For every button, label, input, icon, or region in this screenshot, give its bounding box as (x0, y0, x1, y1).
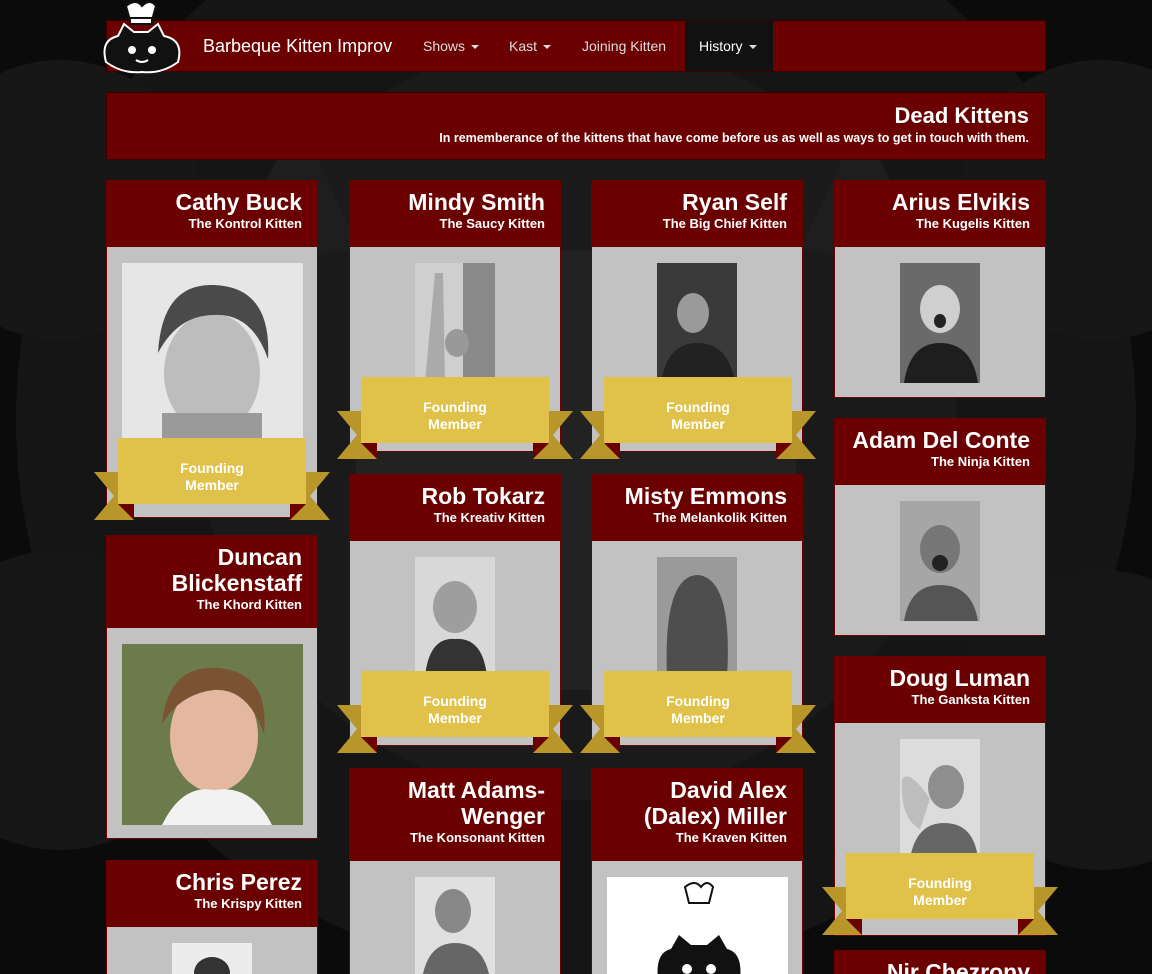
member-role: The Ganksta Kitten (911, 692, 1030, 707)
member-name: Ryan Self (682, 189, 787, 215)
founding-member-ribbon: Founding Member (580, 377, 816, 461)
member-name: Cathy Buck (175, 189, 302, 215)
member-name: Misty Emmons (624, 483, 787, 509)
founding-member-ribbon: Founding Member (822, 853, 1058, 937)
member-photo (900, 501, 980, 621)
member-role: The Melankolik Kitten (653, 510, 787, 525)
member-photo (415, 263, 495, 383)
member-role: The Krispy Kitten (194, 896, 302, 911)
member-card: David Alex (Dalex) Miller The Kraven Kit… (591, 768, 803, 974)
founding-member-ribbon: Founding Member (94, 438, 330, 522)
member-role: The Ninja Kitten (931, 454, 1030, 469)
member-photo (900, 263, 980, 383)
kitten-chef-logo[interactable] (96, 0, 188, 76)
nav-kast[interactable]: Kast (495, 21, 565, 71)
member-role: The Saucy Kitten (439, 216, 545, 231)
member-name: Chris Perez (175, 869, 302, 895)
member-name: Nir Chezrony (886, 959, 1030, 974)
member-photo (657, 557, 737, 677)
member-role: The Kreativ Kitten (433, 510, 545, 525)
member-role: The Konsonant Kitten (409, 830, 545, 845)
brand-title[interactable]: Barbeque Kitten Improv (203, 36, 392, 57)
page-header: Dead Kittens In rememberance of the kitt… (106, 92, 1046, 160)
member-card: Matt Adams-Wenger The Konsonant Kitten (349, 768, 561, 974)
member-photo (415, 557, 495, 677)
member-role: The Kugelis Kitten (915, 216, 1030, 231)
member-role: The Big Chief Kitten (662, 216, 787, 231)
member-card: Adam Del Conte The Ninja Kitten (834, 418, 1046, 636)
nav-history[interactable]: History (685, 21, 773, 71)
member-name: Mindy Smith (408, 189, 545, 215)
caret-down-icon (748, 45, 757, 50)
member-photo (415, 877, 495, 974)
member-name: Arius Elvikis (891, 189, 1030, 215)
founding-member-ribbon: Founding Member (580, 671, 816, 755)
member-photo (172, 943, 252, 974)
page-title: Dead Kittens (894, 103, 1029, 128)
member-photo (900, 739, 980, 859)
page-subtitle: In rememberance of the kittens that have… (439, 131, 1029, 145)
member-photo (122, 263, 303, 439)
member-name: Doug Luman (889, 665, 1030, 691)
member-card: Duncan Blickenstaff The Khord Kitten (106, 535, 318, 839)
member-name: Adam Del Conte (852, 427, 1030, 453)
member-name: Rob Tokarz (421, 483, 545, 509)
caret-down-icon (543, 45, 552, 50)
member-role: The Kontrol Kitten (188, 216, 302, 231)
member-name: Matt Adams-Wenger (407, 777, 545, 829)
nav-joining-kitten[interactable]: Joining Kitten (568, 21, 680, 71)
member-role: The Kraven Kitten (675, 830, 787, 845)
caret-down-icon (471, 45, 480, 50)
member-photo (122, 644, 303, 825)
member-card: Arius Elvikis The Kugelis Kitten (834, 180, 1046, 398)
member-card: Nir Chezrony (834, 950, 1046, 974)
member-role: The Khord Kitten (196, 597, 302, 612)
nav-shows[interactable]: Shows (409, 21, 493, 71)
founding-member-ribbon: Founding Member (337, 377, 573, 461)
founding-member-ribbon: Founding Member (337, 671, 573, 755)
member-name: David Alex (Dalex) Miller (643, 777, 787, 829)
member-photo-logo (607, 877, 788, 974)
member-card: Chris Perez The Krispy Kitten (106, 860, 318, 974)
member-name: Duncan Blickenstaff (171, 544, 302, 596)
member-photo (657, 263, 737, 383)
top-navbar: Barbeque Kitten Improv Shows Kast Joinin… (106, 20, 1046, 72)
